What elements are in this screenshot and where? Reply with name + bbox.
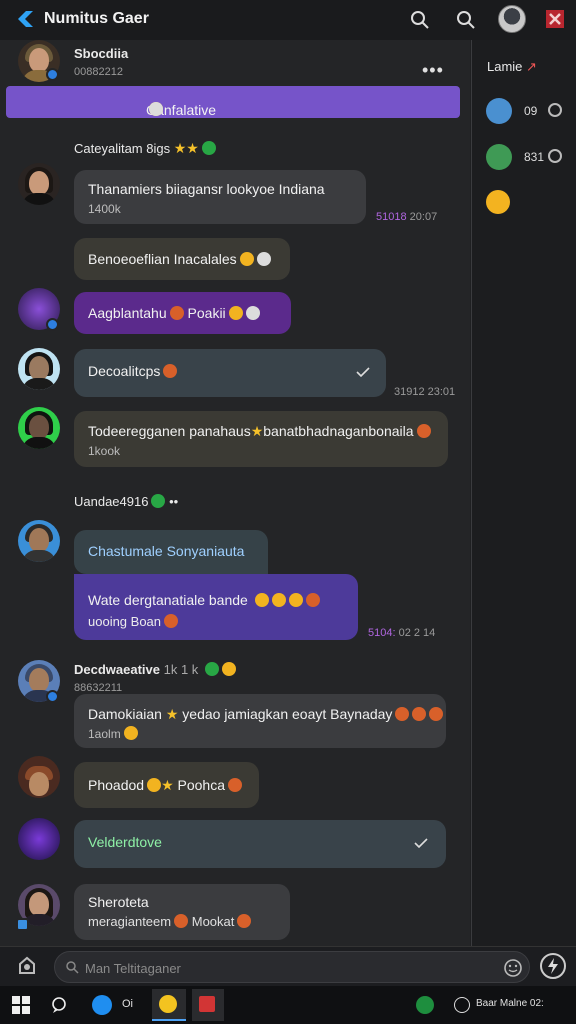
status-icon (548, 103, 562, 117)
close-icon[interactable] (544, 8, 566, 30)
message-text-field[interactable] (85, 958, 485, 978)
message-bubble[interactable]: Chastumale Sonyaniauta (74, 530, 268, 574)
sidebar-header: Lamie ↗ (487, 59, 537, 74)
section-heading: Cateyalitam 8igs ★★ (74, 140, 216, 157)
online-badge (46, 68, 59, 81)
avatar (486, 144, 512, 170)
sender-name: Decdwaeative 1k 1 k (74, 662, 236, 677)
smile-emoji-icon (239, 252, 254, 266)
online-badge (46, 690, 59, 703)
taskbar-clock: Baar Malne 02: (476, 998, 544, 1009)
message-bubble[interactable]: Aagblantahu Poakii (74, 292, 291, 334)
os-taskbar: Oi Baar Malne 02: (0, 986, 576, 1024)
sidebar-member[interactable]: 09 (486, 98, 566, 126)
food-emoji-icon (169, 306, 184, 320)
avatar (486, 98, 512, 124)
gem-emoji-icon (201, 141, 216, 155)
message-bubble[interactable]: Velderdtove (74, 820, 446, 868)
read-check-icon (414, 838, 428, 848)
avatar[interactable] (18, 756, 60, 798)
sender-id: 88632211 (74, 682, 123, 694)
food-emoji-icon (163, 364, 178, 378)
taskbar-app-active[interactable] (152, 989, 186, 1021)
online-badge (46, 318, 59, 331)
read-check-icon (356, 367, 370, 377)
message-bubble[interactable]: Wate dergtanatiale bande uooing Boan (74, 574, 358, 640)
avatar[interactable] (18, 348, 60, 390)
taskbar-app[interactable] (192, 989, 224, 1021)
emoji-face-icon[interactable] (486, 190, 510, 214)
avatar[interactable] (18, 407, 60, 449)
food-emoji-icon (164, 614, 179, 628)
browser-icon[interactable] (92, 995, 112, 1015)
windows-start-icon[interactable] (12, 996, 30, 1014)
timestamp: 51018 20:07 (376, 211, 438, 223)
search-icon[interactable] (408, 8, 432, 32)
send-button[interactable] (540, 953, 566, 979)
dice-emoji-icon (256, 252, 271, 266)
sender-id: 00882212 (74, 66, 123, 78)
smile-emoji-icon (228, 306, 243, 320)
avatar[interactable] (18, 163, 60, 205)
message-bubble[interactable]: Thanamiers biiagansr lookyoe Indiana 140… (74, 170, 366, 224)
user-avatar[interactable] (498, 5, 526, 33)
food-emoji-icon (305, 593, 320, 607)
app-logo-icon (18, 11, 33, 27)
food-emoji-icon (416, 424, 431, 438)
avatar[interactable] (18, 520, 60, 562)
app-title: Numitus Gaer (44, 10, 149, 27)
message-bubble[interactable]: Phoadod ★ Poohca (74, 762, 259, 808)
search-icon (66, 961, 79, 974)
emoji-icon[interactable] (503, 958, 523, 978)
taskbar-label: Oi (122, 998, 133, 1010)
message-input[interactable] (54, 951, 530, 983)
sidebar-member[interactable]: 831 (486, 144, 566, 172)
status-icon (548, 149, 562, 163)
message-bubble[interactable]: Decoalitcps (74, 349, 386, 397)
star-icon: ★★ (173, 140, 199, 156)
online-badge (16, 918, 29, 931)
timestamp: 31912 23:01 (394, 386, 456, 398)
message-bubble[interactable]: Benoeoeflian Inacalales (74, 238, 290, 280)
attach-icon[interactable] (16, 955, 38, 977)
section-heading: Uandae4916 •• (74, 494, 179, 509)
message-bubble[interactable]: Sheroteta meragianteem Mookat (74, 884, 290, 940)
search-icon[interactable] (454, 8, 478, 32)
gem-emoji-icon (151, 494, 166, 508)
more-options-icon[interactable]: ••• (422, 60, 444, 81)
star-icon: ★ (250, 423, 264, 439)
lightning-icon (548, 958, 558, 974)
star-icon: ★ (165, 706, 179, 722)
message-bubble[interactable]: Todeeregganen panahaus★banatbhadnaganbon… (74, 411, 448, 467)
pinned-banner[interactable]: Canfalative (6, 86, 460, 118)
clock-icon (454, 997, 470, 1013)
face-emoji-icon (149, 102, 163, 116)
tray-app-icon[interactable] (416, 996, 434, 1014)
message-bubble[interactable]: Damokiaian ★ yedao jamiagkan eoayt Bayna… (74, 694, 446, 748)
chat-icon[interactable] (50, 996, 68, 1014)
face-emoji-icon (245, 306, 260, 320)
title-bar: Numitus Gaer (0, 0, 576, 40)
members-sidebar: Lamie ↗ 09 831 (471, 40, 576, 946)
timestamp: 5104: 02 2 14 (368, 627, 436, 639)
sender-name: Sbocdiia (74, 46, 129, 61)
avatar[interactable] (18, 818, 60, 860)
composer-bar (0, 946, 576, 986)
